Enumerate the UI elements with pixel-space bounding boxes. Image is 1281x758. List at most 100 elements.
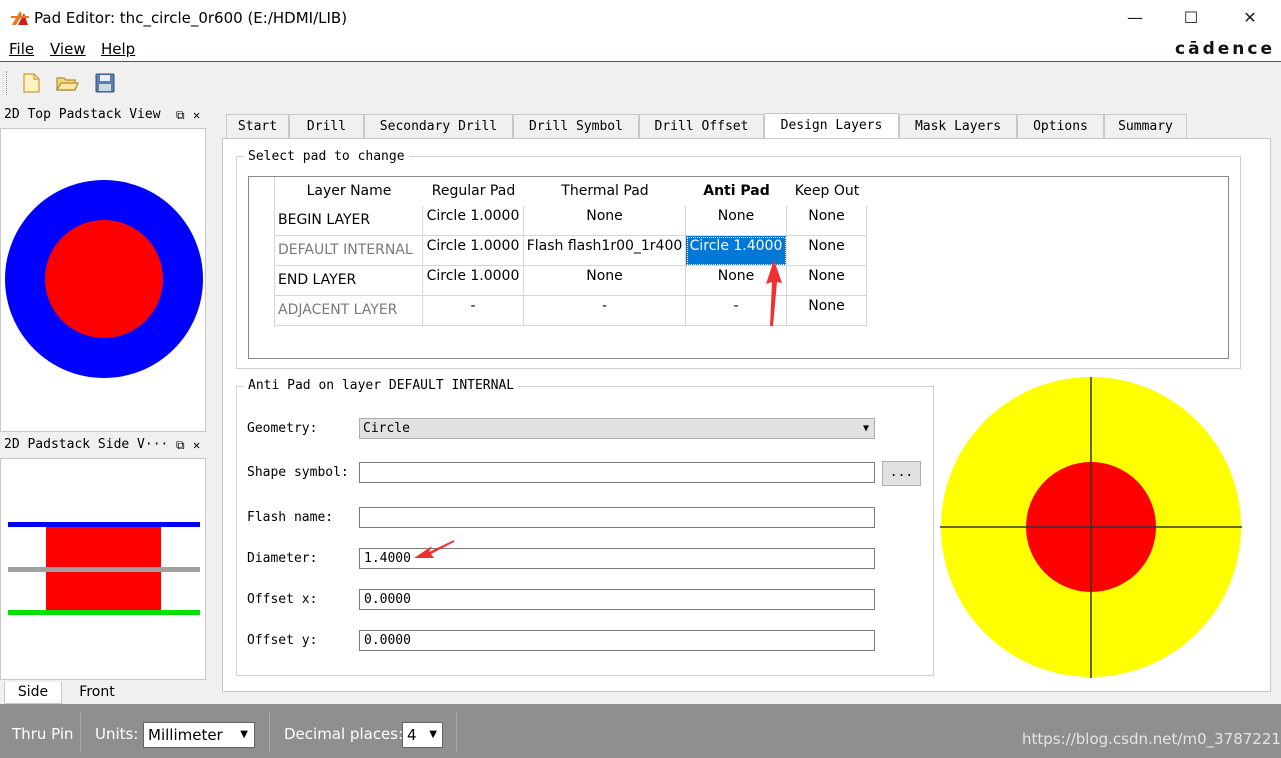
chevron-down-icon: ▼ — [862, 423, 869, 434]
units-select[interactable]: Millimeter ▼ — [143, 722, 255, 748]
menu-bar: File View Help cādence — [0, 36, 1281, 62]
flash-name-input[interactable] — [359, 507, 875, 528]
minimize-button[interactable]: — — [1112, 4, 1158, 32]
table-cell[interactable]: - — [524, 296, 686, 326]
side-view-title-text: 2D Padstack Side V··· — [4, 437, 169, 452]
table-cell[interactable]: Circle 1.0000 — [423, 206, 524, 236]
close-icon[interactable]: ✕ — [193, 104, 200, 126]
tab-secondary-drill[interactable]: Secondary Drill — [364, 114, 513, 138]
side-view-canvas — [0, 458, 206, 680]
inner-layer-line — [8, 567, 200, 572]
bottom-layer-line — [8, 610, 200, 615]
save-icon[interactable] — [92, 71, 118, 95]
pad-type-status: Thru Pin — [12, 725, 74, 743]
table-cell[interactable]: Circle 1.0000 — [423, 236, 524, 266]
col-anti-pad: Anti Pad — [703, 183, 770, 199]
status-separator — [456, 712, 457, 752]
close-button[interactable]: ✕ — [1227, 4, 1273, 32]
menu-view[interactable]: View — [50, 40, 86, 58]
units-label: Units: — [95, 725, 139, 743]
toolbar-grip — [6, 71, 8, 95]
chevron-down-icon: ▼ — [240, 729, 248, 740]
anti-pad-group-label: Anti Pad on layer DEFAULT INTERNAL — [244, 378, 519, 393]
table-cell[interactable]: Flash flash1r00_1r400 — [524, 236, 686, 266]
table-cell[interactable]: None — [686, 206, 787, 236]
maximize-button[interactable]: ☐ — [1168, 4, 1214, 32]
flash-name-label: Flash name: — [247, 510, 334, 525]
offset-x-input[interactable]: 0.0000 — [359, 589, 875, 610]
cadence-logo: cādence — [1175, 39, 1275, 59]
tab-summary[interactable]: Summary — [1104, 114, 1187, 138]
tab-drill[interactable]: Drill — [289, 114, 364, 138]
offset-x-label: Offset x: — [247, 592, 318, 607]
menu-help[interactable]: Help — [101, 40, 135, 58]
col-regular-pad: Regular Pad — [431, 183, 516, 199]
col-layer-name: Layer Name — [306, 183, 392, 199]
decimal-places-value: 4 — [407, 726, 417, 744]
units-value: Millimeter — [148, 726, 223, 744]
tab-front[interactable]: Front — [64, 682, 130, 704]
tab-drill-symbol[interactable]: Drill Symbol — [513, 114, 639, 138]
row-header-column — [249, 177, 275, 327]
top-view-title: 2D Top Padstack View ⧉ ✕ — [0, 104, 212, 126]
annotation-arrow-up-icon — [766, 260, 782, 326]
open-folder-icon[interactable] — [54, 71, 80, 95]
title-bar: Pad Editor: thc_circle_0r600 (E:/HDMI/LI… — [0, 0, 1281, 36]
table-cell[interactable]: None — [524, 206, 686, 236]
tab-options[interactable]: Options — [1017, 114, 1104, 138]
table-row-default-internal[interactable]: DEFAULT INTERNAL — [275, 236, 423, 266]
side-view-title: 2D Padstack Side V··· ⧉ ✕ — [0, 434, 212, 456]
geometry-value: Circle — [363, 421, 410, 436]
annotation-arrow-left-icon — [414, 540, 454, 558]
table-cell[interactable]: Circle 1.0000 — [423, 266, 524, 296]
top-view-panel: 2D Top Padstack View ⧉ ✕ — [0, 104, 212, 434]
col-thermal-pad: Thermal Pad — [561, 183, 649, 199]
pad-table: Layer Name Regular Pad Thermal Pad Anti … — [248, 176, 1229, 359]
top-view-title-text: 2D Top Padstack View — [4, 107, 161, 122]
float-icon[interactable]: ⧉ — [176, 434, 185, 456]
table-cell[interactable]: - — [423, 296, 524, 326]
tab-design-layers[interactable]: Design Layers — [764, 113, 899, 138]
shape-symbol-label: Shape symbol: — [247, 465, 349, 480]
close-icon[interactable]: ✕ — [193, 434, 200, 456]
table-cell[interactable]: None — [787, 236, 867, 266]
tab-side[interactable]: Side — [4, 682, 62, 704]
col-keep-out: Keep Out — [794, 183, 860, 199]
status-separator — [80, 712, 81, 752]
tab-start[interactable]: Start — [226, 114, 289, 138]
table-cell[interactable]: None — [524, 266, 686, 296]
select-pad-label: Select pad to change — [244, 149, 409, 164]
chevron-down-icon: ▼ — [429, 729, 437, 740]
status-separator — [269, 712, 270, 752]
window-title: Pad Editor: thc_circle_0r600 (E:/HDMI/LI… — [34, 9, 348, 27]
float-icon[interactable]: ⧉ — [176, 104, 185, 126]
toolbar — [0, 63, 1281, 103]
side-padstack-graphic — [8, 522, 200, 615]
table-row-begin-layer[interactable]: BEGIN LAYER — [275, 206, 423, 236]
offset-y-input[interactable]: 0.0000 — [359, 630, 875, 651]
status-bar: Thru Pin Units: Millimeter ▼ Decimal pla… — [0, 704, 1281, 758]
table-cell[interactable]: None — [787, 266, 867, 296]
watermark-text: https://blog.csdn.net/m0_37872216 — [1022, 730, 1281, 748]
shape-symbol-input[interactable] — [359, 462, 875, 483]
tab-mask-layers[interactable]: Mask Layers — [899, 114, 1017, 138]
tab-drill-offset[interactable]: Drill Offset — [639, 114, 764, 138]
geometry-select[interactable]: Circle ▼ — [359, 418, 875, 439]
offset-y-label: Offset y: — [247, 633, 318, 648]
table-cell[interactable]: None — [787, 206, 867, 236]
geometry-label: Geometry: — [247, 421, 318, 436]
anti-pad-preview — [940, 377, 1242, 678]
pad-editor-app-icon — [11, 11, 29, 25]
browse-shape-button[interactable]: ... — [882, 461, 921, 486]
table-row-end-layer[interactable]: END LAYER — [275, 266, 423, 296]
decimal-places-label: Decimal places: — [284, 725, 404, 743]
new-file-icon[interactable] — [18, 71, 44, 95]
side-view-panel: 2D Padstack Side V··· ⧉ ✕ Side Front — [0, 434, 212, 704]
diameter-label: Diameter: — [247, 551, 318, 566]
table-cell[interactable]: None — [787, 296, 867, 326]
top-pad-circle — [45, 220, 163, 338]
table-row-adjacent-layer[interactable]: ADJACENT LAYER — [275, 296, 423, 326]
decimal-places-select[interactable]: 4 ▼ — [402, 722, 443, 748]
menu-file[interactable]: File — [9, 40, 34, 58]
top-layer-line — [8, 522, 200, 527]
